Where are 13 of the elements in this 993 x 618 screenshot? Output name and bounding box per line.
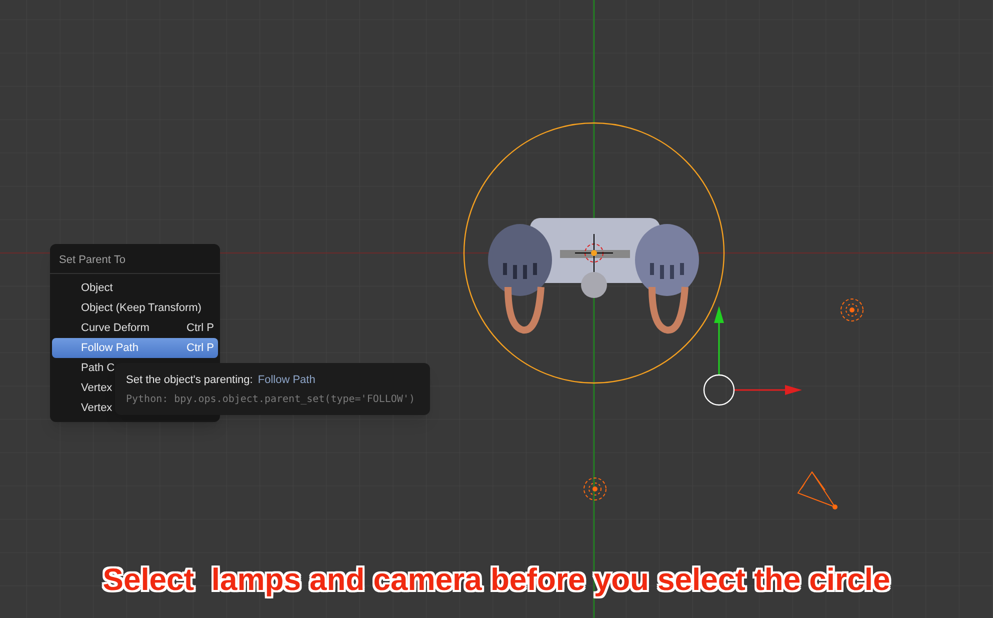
caption: Select lamps and camera before you select the circle (102, 561, 890, 599)
menu-title: Set Parent To (50, 244, 220, 274)
cursor-crosshair-icon (574, 234, 614, 272)
menu-item[interactable]: Curve Deform Ctrl P (52, 318, 218, 338)
camera-icon (797, 471, 838, 510)
tooltip-description: Set the object's parenting: (126, 373, 253, 387)
menu-item[interactable]: Follow Path Ctrl P (52, 338, 218, 358)
menu-item[interactable]: Object (Keep Transform) (52, 298, 218, 318)
lamp-icon (584, 478, 606, 500)
menu-item[interactable]: Object (52, 278, 218, 298)
python-command: Python: bpy.ops.object.parent_set(type='FOLLOW') (126, 393, 416, 406)
lamp-icon (840, 298, 864, 322)
tooltip-value: Follow Path (258, 373, 316, 387)
